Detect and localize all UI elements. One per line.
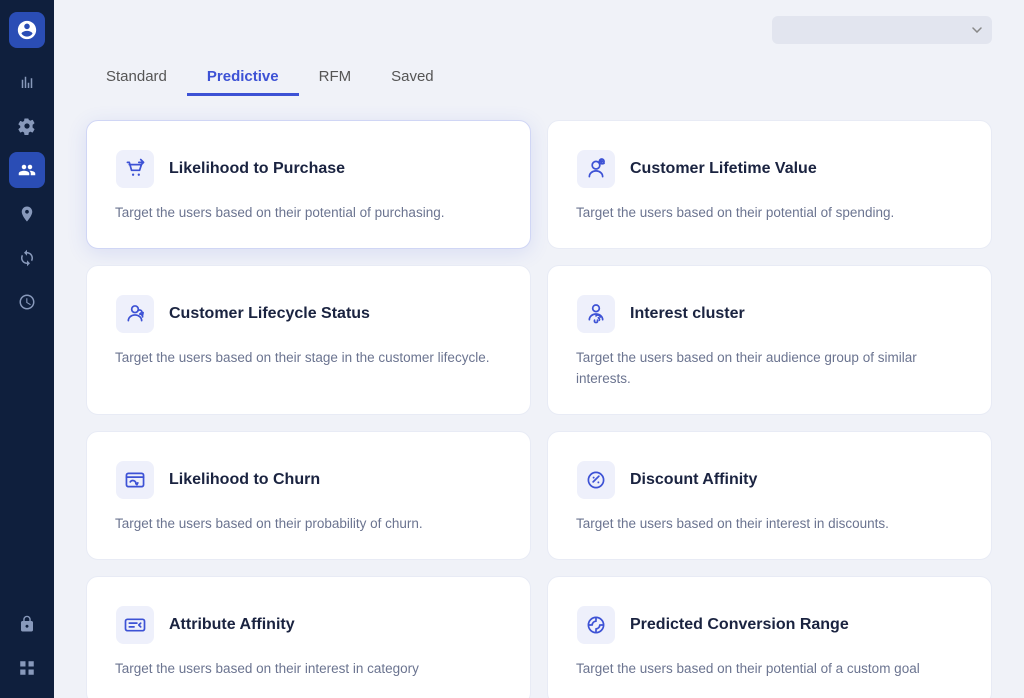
card-predicted-conversion-range[interactable]: Predicted Conversion Range Target the us…	[547, 576, 992, 698]
purchase-icon	[115, 149, 155, 189]
sidebar-bottom	[9, 606, 45, 686]
card-title: Predicted Conversion Range	[630, 616, 849, 634]
card-desc: Target the users based on their interest…	[115, 659, 502, 680]
lifecycle-icon	[115, 294, 155, 334]
logo-icon	[16, 19, 38, 41]
circle-arrows-icon	[18, 249, 36, 267]
conversion-icon	[576, 605, 616, 645]
sidebar-item-location[interactable]	[9, 196, 45, 232]
card-desc: Target the users based on their audience…	[576, 348, 963, 390]
content-area: Likelihood to Purchase Target the users …	[54, 96, 1024, 698]
card-row-3: Likelihood to Churn Target the users bas…	[86, 431, 992, 560]
sidebar-item-analytics[interactable]	[9, 64, 45, 100]
card-desc: Target the users based on their stage in…	[115, 348, 502, 369]
card-customer-lifecycle-status[interactable]: Customer Lifecycle Status Target the use…	[86, 265, 531, 415]
card-header: Predicted Conversion Range	[576, 605, 963, 645]
workspace-dropdown[interactable]	[772, 16, 992, 44]
gear-icon	[18, 117, 36, 135]
card-discount-affinity[interactable]: Discount Affinity Target the users based…	[547, 431, 992, 560]
card-title: Likelihood to Churn	[169, 471, 320, 489]
card-desc: Target the users based on their probabil…	[115, 514, 502, 535]
logo[interactable]	[9, 12, 45, 48]
tab-standard[interactable]: Standard	[86, 60, 187, 96]
card-header: Discount Affinity	[576, 460, 963, 500]
tabs-container: Standard Predictive RFM Saved	[54, 44, 1024, 96]
card-interest-cluster[interactable]: Interest cluster Target the users based …	[547, 265, 992, 415]
card-desc: Target the users based on their potentia…	[576, 659, 963, 680]
lock-icon	[18, 615, 36, 633]
chevron-down-icon	[972, 27, 982, 33]
card-header: Interest cluster	[576, 294, 963, 334]
sidebar	[0, 0, 54, 698]
card-header: Likelihood to Purchase	[115, 149, 502, 189]
card-title: Customer Lifecycle Status	[169, 305, 370, 323]
pin-icon	[18, 205, 36, 223]
card-customer-lifetime-value[interactable]: Customer Lifetime Value Target the users…	[547, 120, 992, 249]
card-header: Attribute Affinity	[115, 605, 502, 645]
card-header: Customer Lifetime Value	[576, 149, 963, 189]
header	[54, 0, 1024, 44]
card-title: Interest cluster	[630, 305, 745, 323]
sidebar-item-lock[interactable]	[9, 606, 45, 642]
sidebar-item-history[interactable]	[9, 284, 45, 320]
card-header: Customer Lifecycle Status	[115, 294, 502, 334]
interest-icon	[576, 294, 616, 334]
card-attribute-affinity[interactable]: Attribute Affinity Target the users base…	[86, 576, 531, 698]
card-title: Customer Lifetime Value	[630, 160, 817, 178]
card-likelihood-churn[interactable]: Likelihood to Churn Target the users bas…	[86, 431, 531, 560]
sidebar-item-grid-small[interactable]	[9, 650, 45, 686]
discount-icon	[576, 460, 616, 500]
card-row-1: Likelihood to Purchase Target the users …	[86, 120, 992, 249]
clock-icon	[18, 293, 36, 311]
tab-saved[interactable]: Saved	[371, 60, 454, 96]
lifetime-icon	[576, 149, 616, 189]
card-header: Likelihood to Churn	[115, 460, 502, 500]
card-row-2: Customer Lifecycle Status Target the use…	[86, 265, 992, 415]
card-title: Discount Affinity	[630, 471, 757, 489]
sidebar-item-users[interactable]	[9, 152, 45, 188]
attribute-icon	[115, 605, 155, 645]
card-desc: Target the users based on their interest…	[576, 514, 963, 535]
card-likelihood-purchase[interactable]: Likelihood to Purchase Target the users …	[86, 120, 531, 249]
main-content: Standard Predictive RFM Saved	[54, 0, 1024, 698]
tab-predictive[interactable]: Predictive	[187, 60, 299, 96]
card-desc: Target the users based on their potentia…	[576, 203, 963, 224]
card-desc: Target the users based on their potentia…	[115, 203, 502, 224]
tab-rfm[interactable]: RFM	[299, 60, 372, 96]
churn-icon	[115, 460, 155, 500]
card-title: Attribute Affinity	[169, 616, 295, 634]
sidebar-item-integrations[interactable]	[9, 240, 45, 276]
card-row-4: Attribute Affinity Target the users base…	[86, 576, 992, 698]
people-icon	[18, 161, 36, 179]
card-title: Likelihood to Purchase	[169, 160, 345, 178]
bar-chart-icon	[18, 73, 36, 91]
grid-small-icon	[18, 659, 36, 677]
sidebar-item-settings[interactable]	[9, 108, 45, 144]
